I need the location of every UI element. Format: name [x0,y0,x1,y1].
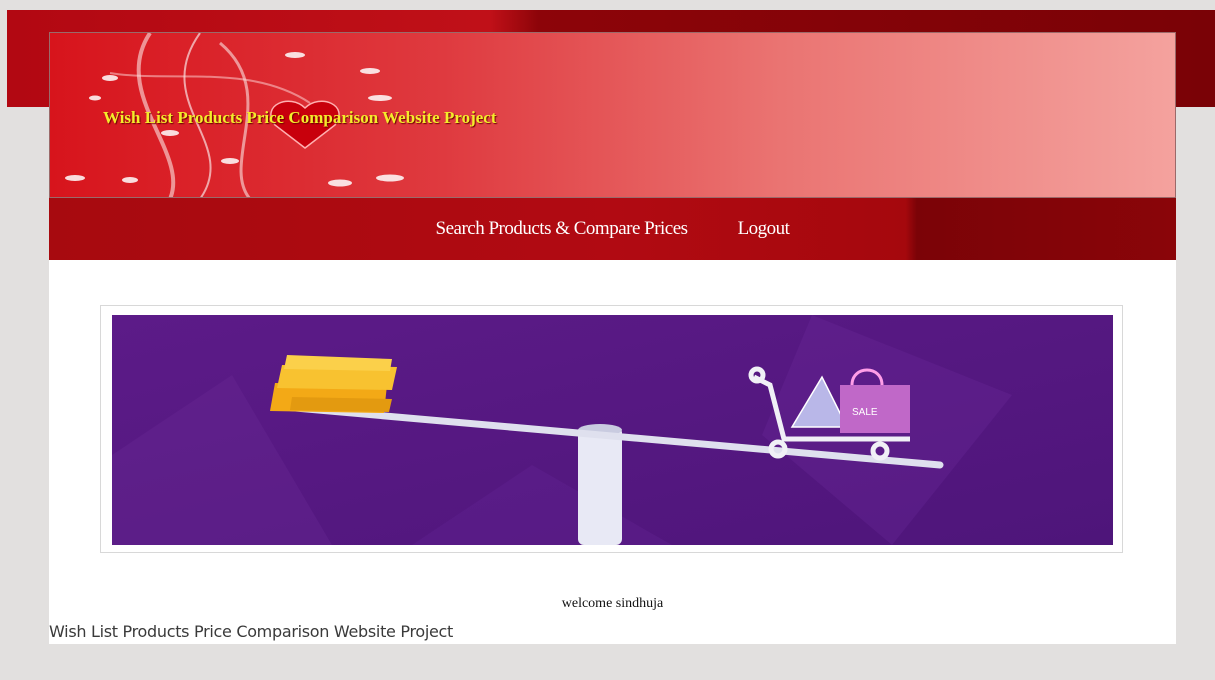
coins-icon [270,355,397,413]
site-header: Wish List Products Price Comparison Webs… [49,32,1176,198]
price-comparison-banner-image: SALE [112,315,1113,545]
nav-search-compare-link[interactable]: Search Products & Compare Prices [436,218,689,240]
nav-logout-link[interactable]: Logout [738,218,790,240]
page-container: Wish List Products Price Comparison Webs… [49,32,1176,644]
main-navigation: Search Products & Compare Prices Logout [49,198,1176,260]
banner-frame: SALE [100,305,1123,553]
sale-tag-text: SALE [852,407,878,418]
site-title: Wish List Products Price Comparison Webs… [103,108,497,127]
welcome-message: welcome sindhuja [561,596,664,611]
footer-text: Wish List Products Price Comparison Webs… [49,622,454,641]
